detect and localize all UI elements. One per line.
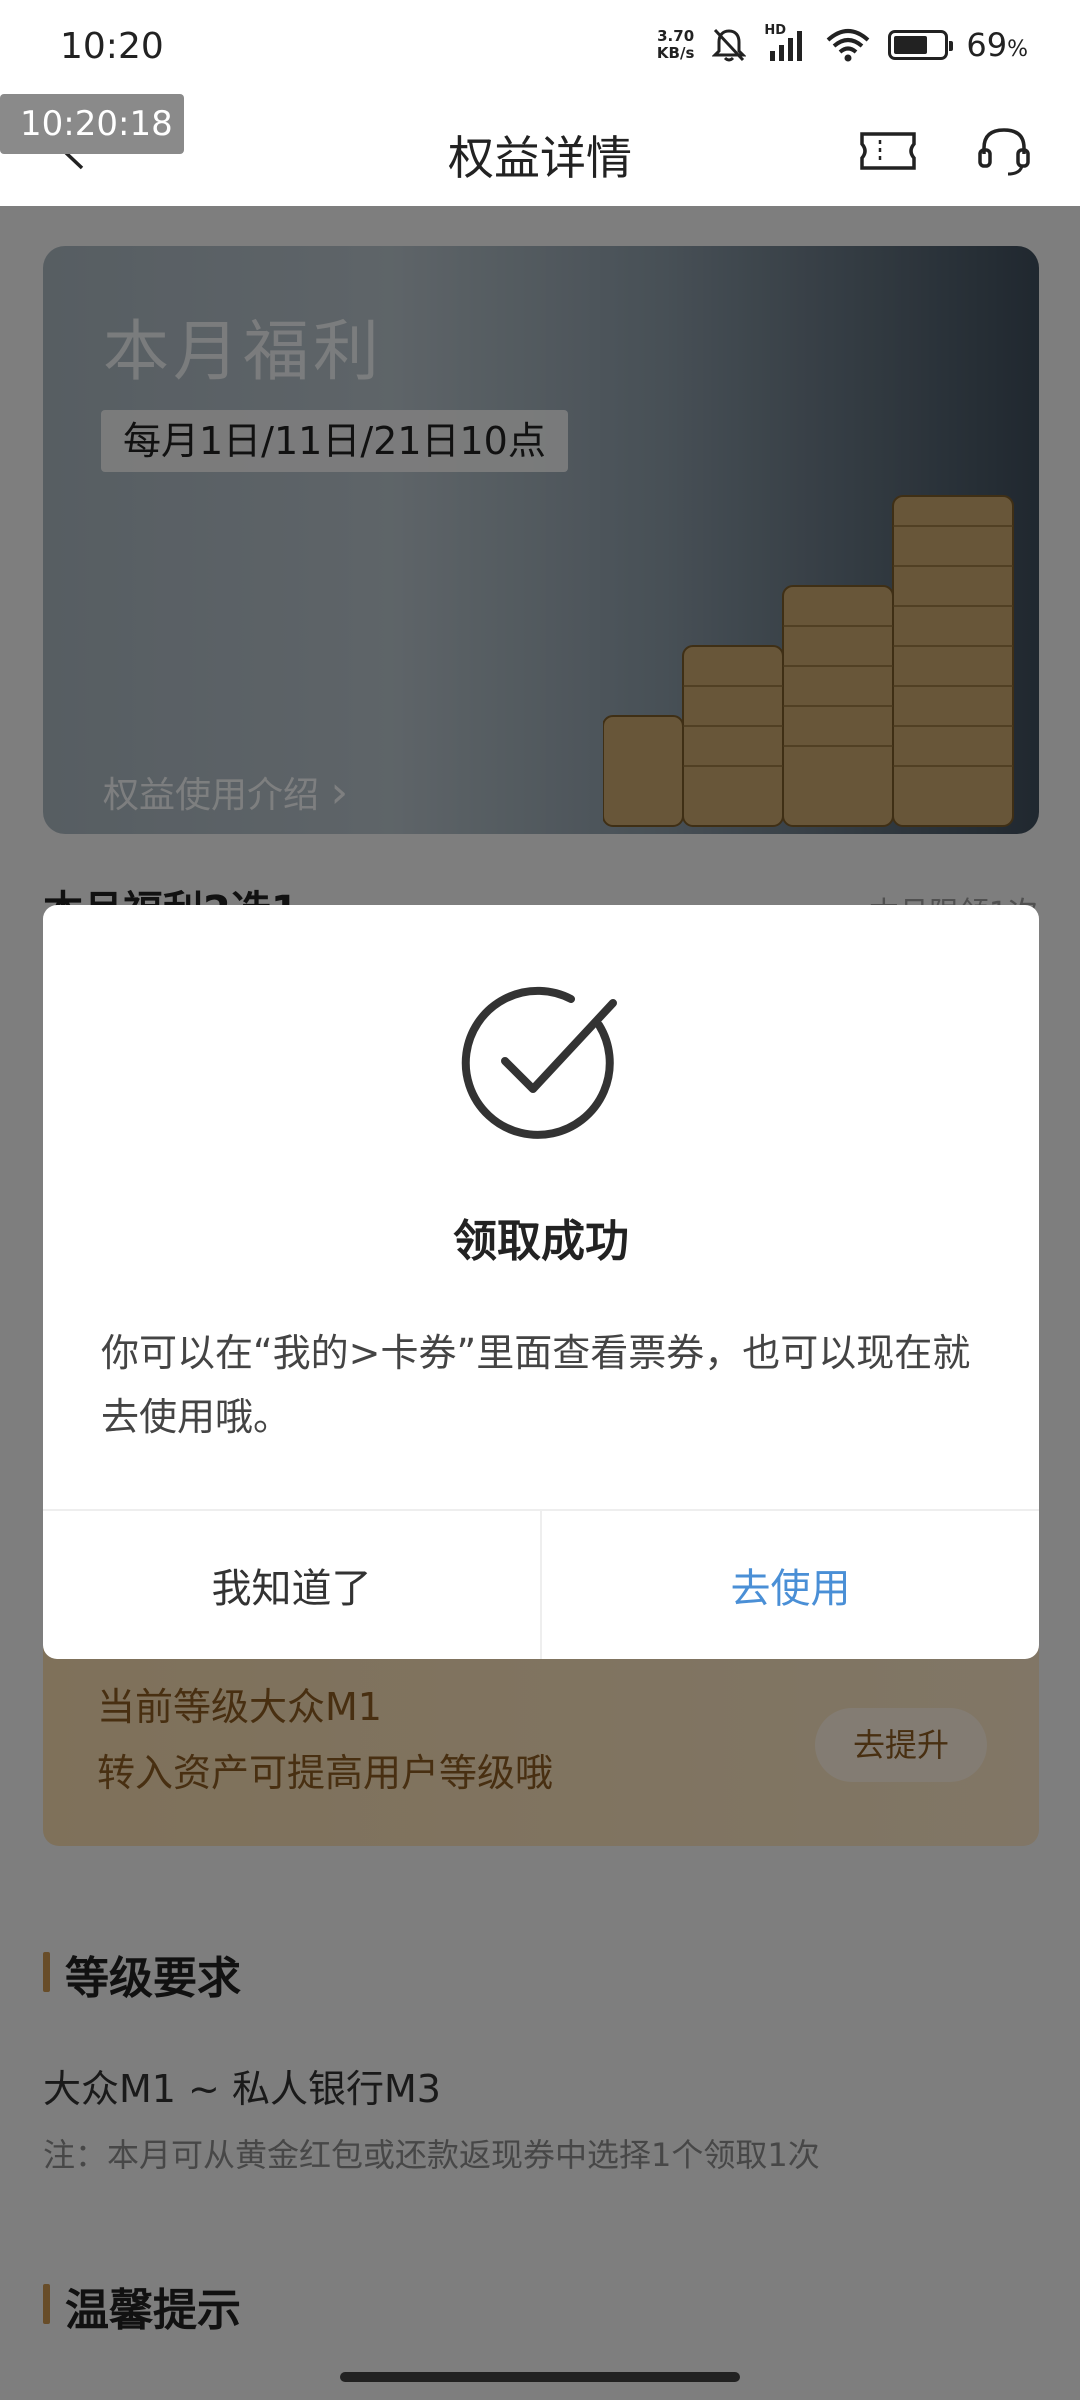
dialog-message: 你可以在“我的>卡券”里面查看票券，也可以现在就去使用哦。 (101, 1331, 971, 1439)
success-dialog: 领取成功 你可以在“我的>卡券”里面查看票券，也可以现在就去使用哦。 我知道了 … (43, 905, 1039, 1659)
battery-percent: 69% (966, 26, 1028, 64)
customer-service-icon[interactable] (976, 122, 1032, 178)
network-speed-unit: KB/s (656, 44, 695, 62)
battery-percent-suffix: % (1007, 37, 1028, 62)
home-indicator[interactable] (340, 2372, 740, 2382)
go-use-button[interactable]: 去使用 (542, 1511, 1039, 1659)
status-icons: 3.70 KB/s HD 69% (657, 23, 1028, 64)
signal-icon: HD (764, 23, 808, 63)
dialog-title: 领取成功 (453, 1216, 629, 1267)
check-circle-icon (461, 986, 617, 1139)
wifi-icon (827, 29, 870, 62)
battery-percent-value: 69 (966, 26, 1008, 64)
network-speed-value: 3.70 (657, 27, 695, 45)
mute-bell-icon (712, 28, 747, 62)
dialog-actions: 我知道了 去使用 (43, 1509, 1039, 1659)
time-overlay: 10:20:18 (0, 94, 184, 154)
network-speed: 3.70 KB/s (657, 28, 694, 62)
status-bar: 10:20 3.70 KB/s HD 69% (0, 0, 1080, 96)
ticket-icon[interactable] (858, 126, 918, 176)
got-it-button[interactable]: 我知道了 (43, 1511, 542, 1659)
status-time: 10:20 (60, 26, 164, 67)
battery-icon (888, 30, 954, 60)
